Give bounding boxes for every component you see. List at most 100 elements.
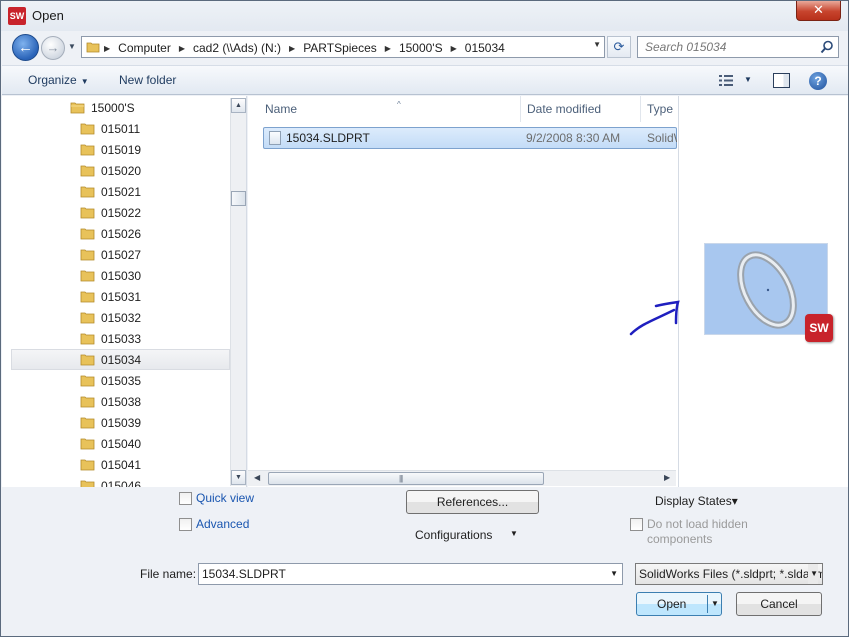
annotation-arrow-icon [629,300,680,336]
folder-icon [80,480,95,487]
open-options-dropdown-icon[interactable]: ▼ [711,593,719,615]
tree-item[interactable]: 015027 [80,244,141,265]
tree-item[interactable]: 015019 [80,139,141,160]
quick-view-checkbox[interactable] [179,491,192,505]
scroll-up-icon[interactable]: ▲ [231,98,246,113]
references-button[interactable]: References... [406,490,539,514]
scrollbar-thumb[interactable] [231,191,246,206]
tree-item[interactable]: 015031 [80,286,141,307]
address-dropdown-icon[interactable]: ▼ [593,40,601,49]
close-button[interactable]: ✕ [796,1,841,21]
preview-pane-toggle-icon[interactable] [773,73,790,88]
column-header-name[interactable]: Name ^ [259,96,521,122]
chevron-down-icon[interactable]: ▼ [610,564,618,584]
file-type-filter[interactable]: SolidWorks Files (*.sldprt; *.sldasm; *.… [635,563,823,585]
column-header-date[interactable]: Date modified [521,96,641,122]
chevron-right-icon[interactable]: ▶ [451,44,457,53]
file-name-input[interactable]: 15034.SLDPRT ▼ [198,563,623,585]
advanced-checkbox[interactable] [179,517,192,531]
history-dropdown-icon[interactable]: ▼ [68,40,78,54]
tree-item-15000s[interactable]: 15000'S [70,97,135,118]
search-box[interactable] [637,36,839,58]
tree-item[interactable]: 015040 [80,433,141,454]
breadcrumb-drive[interactable]: cad2 (\\Ads) (N:) [193,41,281,55]
tree-item[interactable]: 015033 [80,328,141,349]
breadcrumb-015034[interactable]: 015034 [465,41,505,55]
tree-item[interactable]: 015030 [80,265,141,286]
tree-item-label: 015034 [101,352,142,367]
folder-icon [80,417,95,429]
solidworks-logo-icon: SW [805,314,833,342]
scroll-down-icon[interactable]: ▼ [231,470,246,485]
chevron-down-icon[interactable]: ▼ [808,564,818,584]
file-row-selected[interactable]: 15034.SLDPRT 9/2/2008 8:30 AM SolidWorks [263,127,677,149]
tree-item[interactable]: 015021 [80,181,141,202]
tree-item[interactable]: 015038 [80,391,141,412]
breadcrumb-15000s[interactable]: 15000'S [399,41,443,55]
advanced-option[interactable]: Advanced [179,517,249,531]
open-dialog: SW Open ✕ ← → ▼ ▶ Computer ▶ cad2 (\\Ads… [0,0,849,637]
scroll-right-icon[interactable]: ▶ [664,473,670,482]
tree-item-label: 015022 [101,205,142,220]
display-states-label: Display States▾ [655,494,738,508]
chevron-right-icon[interactable]: ▶ [179,44,185,53]
folder-icon [80,396,95,408]
tree-item[interactable]: 015039 [80,412,141,433]
open-button-label: Open [657,597,687,611]
address-bar[interactable]: ▶ Computer ▶ cad2 (\\Ads) (N:) ▶ PARTSpi… [81,36,605,58]
chevron-right-icon[interactable]: ▶ [385,44,391,53]
folder-icon [80,186,95,198]
cancel-button[interactable]: Cancel [736,592,822,616]
file-name-label: File name: [140,567,197,581]
configurations-dropdown-icon[interactable]: ▼ [510,529,518,538]
open-button[interactable]: Open ▼ [636,592,722,616]
configurations-label[interactable]: Configurations [415,528,492,542]
tree-item-label: 15000'S [91,100,135,115]
search-icon[interactable] [820,40,834,54]
horizontal-scrollbar[interactable]: ◀ ||| ▶ [248,470,676,486]
folder-icon [86,42,100,53]
view-options-icon[interactable] [719,74,733,87]
tree-item-label: 015021 [101,184,142,199]
search-input[interactable] [638,37,818,57]
tree-item[interactable]: 015035 [80,370,141,391]
refresh-button[interactable]: ⟳ [607,36,631,58]
tree-item-label: 015041 [101,457,142,472]
navigation-scrollbar[interactable]: ▲ ▼ [230,98,246,486]
navigation-pane: 15000'S 015011 015019 015020 015021 0150… [2,96,247,487]
forward-button[interactable]: → [41,36,65,60]
help-icon[interactable]: ? [809,72,827,90]
no-hidden-checkbox[interactable] [630,518,643,531]
scrollbar-thumb[interactable]: ||| [268,472,544,485]
chevron-right-icon[interactable]: ▶ [289,44,295,53]
tree-item[interactable]: 015026 [80,223,141,244]
quick-view-option[interactable]: Quick view [179,491,254,505]
scroll-left-icon[interactable]: ◀ [254,473,260,482]
organize-label: Organize [28,73,77,87]
breadcrumb-computer[interactable]: Computer [118,41,171,55]
new-folder-button[interactable]: New folder [119,73,176,87]
tree-item[interactable]: 015046 [80,475,141,487]
title-bar[interactable]: SW Open ✕ [1,1,848,31]
preview-pane: SW [678,96,848,487]
organize-button[interactable]: Organize ▼ [28,73,89,87]
folder-icon [80,249,95,261]
chevron-down-icon: ▾ [731,494,738,508]
tree-item-selected[interactable]: 015034 [11,349,230,370]
folder-icon [80,333,95,345]
tree-item[interactable]: 015041 [80,454,141,475]
column-header-label: Name [265,102,298,116]
back-button[interactable]: ← [12,34,39,61]
tree-item[interactable]: 015020 [80,160,141,181]
file-type: SolidWorks [647,131,677,145]
folder-icon [80,228,95,240]
column-header-type[interactable]: Type [641,96,678,122]
advanced-label: Advanced [196,517,250,531]
tree-item[interactable]: 015011 [80,118,140,139]
tree-item[interactable]: 015032 [80,307,141,328]
tree-item-label: 015033 [101,331,142,346]
chevron-right-icon[interactable]: ▶ [104,44,110,53]
tree-item[interactable]: 015022 [80,202,141,223]
view-dropdown-icon[interactable]: ▼ [744,75,752,84]
breadcrumb-partspieces[interactable]: PARTSpieces [303,41,377,55]
